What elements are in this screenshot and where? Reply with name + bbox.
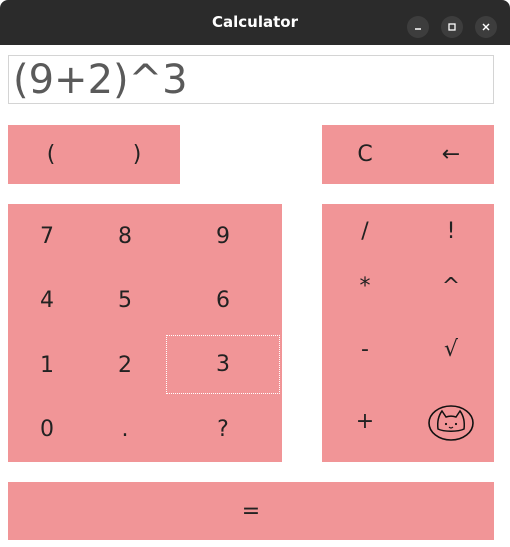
maximize-icon	[448, 23, 456, 31]
multiply-key[interactable]: *	[322, 259, 408, 314]
digit-0-key[interactable]: 0	[8, 398, 86, 463]
digit-8-key[interactable]: 8	[86, 204, 164, 269]
expression-display[interactable]	[8, 55, 494, 104]
digit-4-key[interactable]: 4	[8, 269, 86, 334]
close-icon	[482, 23, 490, 31]
minimize-icon	[415, 28, 421, 30]
digit-2-key[interactable]: 2	[86, 333, 164, 398]
sqrt-key[interactable]: √	[408, 322, 494, 377]
factorial-key[interactable]: !	[408, 204, 494, 259]
add-key[interactable]: +	[322, 389, 408, 453]
divide-key[interactable]: /	[322, 204, 408, 259]
equals-panel: =	[8, 482, 494, 540]
digit-7-key[interactable]: 7	[8, 204, 86, 269]
digit-6-key[interactable]: 6	[164, 269, 282, 334]
digit-9-key[interactable]: 9	[164, 204, 282, 269]
title-bar: Calculator	[0, 0, 510, 45]
cat-face-icon	[428, 405, 474, 441]
expression-input[interactable]	[9, 56, 493, 103]
clear-key[interactable]: C	[322, 125, 408, 184]
close-paren-key[interactable]: )	[94, 125, 180, 184]
subtract-key[interactable]: -	[322, 322, 408, 377]
numpad-panel: 7 8 9 4 5 6 1 2 3 0 . ?	[8, 204, 282, 462]
maximize-button[interactable]	[441, 16, 463, 38]
minimize-button[interactable]	[407, 16, 429, 38]
operator-panel: / ! * ^ - √ +	[322, 204, 494, 462]
decimal-point-key[interactable]: .	[86, 398, 164, 463]
control-panel: C ←	[322, 125, 494, 184]
equals-key[interactable]: =	[8, 482, 494, 540]
digit-5-key[interactable]: 5	[86, 269, 164, 334]
digit-3-key[interactable]: 3	[166, 335, 280, 394]
paren-panel: ( )	[8, 125, 180, 184]
power-key[interactable]: ^	[408, 259, 494, 314]
window-title: Calculator	[212, 13, 298, 31]
question-key[interactable]: ?	[164, 398, 282, 463]
digit-1-key[interactable]: 1	[8, 333, 86, 398]
open-paren-key[interactable]: (	[8, 125, 94, 184]
cat-button[interactable]	[408, 389, 494, 453]
backspace-key[interactable]: ←	[408, 125, 494, 184]
close-button[interactable]	[475, 16, 497, 38]
